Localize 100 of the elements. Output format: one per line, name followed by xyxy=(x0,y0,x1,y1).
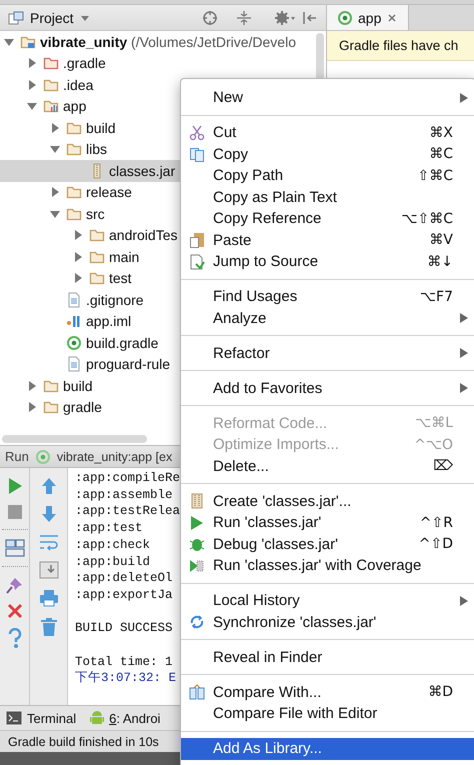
scrollbar[interactable] xyxy=(2,435,147,443)
shortcut-label: ⌦ xyxy=(433,458,453,474)
menu-item[interactable]: Copy as Plain Text xyxy=(181,186,474,208)
gradle-icon xyxy=(337,10,353,26)
menu-item[interactable]: Local History xyxy=(181,590,474,612)
menu-item[interactable]: Copy Reference ⌥⇧⌘C xyxy=(181,208,474,230)
compare-icon xyxy=(189,684,205,700)
file-icon xyxy=(66,356,82,372)
scissors-icon xyxy=(189,124,205,141)
menu-item[interactable]: Cut ⌘X xyxy=(181,122,474,144)
play-icon xyxy=(189,514,205,531)
menu-item[interactable]: Analyze xyxy=(181,308,474,329)
console-line: 下午3:07:32: E xyxy=(75,670,176,688)
stop-icon[interactable] xyxy=(6,504,22,520)
down-arrow-icon[interactable] xyxy=(40,505,56,523)
collapsed-arrow-icon[interactable] xyxy=(26,78,38,91)
shortcut-label: ⌘X xyxy=(429,124,453,141)
folder-icon xyxy=(89,270,105,286)
close-icon[interactable] xyxy=(6,603,22,619)
shortcut-label: ⌘D xyxy=(428,684,453,700)
menu-item[interactable]: Debug 'classes.jar' ^⇧D xyxy=(181,534,474,555)
run-config-tab[interactable]: vibrate_unity:app [ex xyxy=(56,450,172,464)
collapsed-arrow-icon[interactable] xyxy=(49,186,61,198)
terminal-icon xyxy=(6,711,22,725)
hide-panel-icon[interactable] xyxy=(302,10,318,26)
menu-item[interactable]: Delete... ⌦ xyxy=(181,456,474,477)
console-line: :app:deleteOl xyxy=(75,570,173,587)
collapsed-arrow-icon[interactable] xyxy=(72,229,84,242)
tree-item[interactable]: .gradle xyxy=(0,52,326,74)
collapsed-arrow-icon[interactable] xyxy=(26,57,38,70)
menu-item[interactable]: Synchronize 'classes.jar' xyxy=(181,612,474,633)
console-line: :app:check xyxy=(75,536,150,554)
sync-icon xyxy=(189,614,205,630)
file-icon xyxy=(66,292,82,308)
menu-item[interactable]: Add As Library... xyxy=(181,738,474,760)
shortcut-label: ⌘↓ xyxy=(427,254,453,270)
bug-icon xyxy=(189,536,205,552)
clipboard-icon xyxy=(189,232,205,248)
expanded-arrow-icon[interactable] xyxy=(26,100,38,112)
settings-icon[interactable] xyxy=(274,10,296,26)
expanded-arrow-icon[interactable] xyxy=(49,143,61,156)
collapse-icon[interactable] xyxy=(236,10,252,26)
copy-icon xyxy=(189,146,205,162)
menu-item[interactable]: Run 'classes.jar' with Coverage xyxy=(181,555,474,576)
menu-item[interactable]: Jump to Source ⌘↓ xyxy=(181,251,474,272)
menu-item[interactable]: Add to Favorites xyxy=(181,378,474,399)
collapsed-arrow-icon[interactable] xyxy=(72,272,84,284)
coverage-play-icon xyxy=(189,558,205,574)
menu-item[interactable]: New xyxy=(181,87,474,108)
menu-item[interactable]: Create 'classes.jar'... xyxy=(181,490,474,512)
editor-tab[interactable]: app xyxy=(327,5,410,30)
run-icon[interactable] xyxy=(6,477,22,495)
pin-icon[interactable] xyxy=(6,576,24,594)
tool-window-tab[interactable]: Terminal xyxy=(6,710,76,726)
wrap-icon[interactable] xyxy=(38,533,58,551)
archive-icon xyxy=(189,493,205,510)
menu-item[interactable]: Run 'classes.jar' ^⇧R xyxy=(181,512,474,534)
menu-item[interactable]: Reveal in Finder xyxy=(181,646,474,668)
trash-icon[interactable] xyxy=(40,617,58,637)
console-line: :app:exportJa xyxy=(75,586,173,604)
menu-item[interactable]: Compare With... ⌘D xyxy=(181,682,474,703)
help-icon[interactable] xyxy=(8,628,22,648)
android-icon xyxy=(90,710,104,726)
scroll-to-end-icon[interactable] xyxy=(38,561,58,579)
collapsed-arrow-icon[interactable] xyxy=(72,250,84,263)
folder-icon xyxy=(66,184,82,200)
tree-item[interactable]: vibrate_unity (/Volumes/JetDrive/Develo xyxy=(0,31,326,52)
notification-banner: Gradle files have ch xyxy=(327,31,474,61)
folder-icon xyxy=(89,227,105,244)
menu-item[interactable]: Compare File with Editor xyxy=(181,703,474,724)
menu-item[interactable]: Find Usages ⌥F7 xyxy=(181,286,474,308)
crosshair-icon[interactable] xyxy=(202,10,218,26)
panel-title[interactable]: Project xyxy=(30,10,74,26)
shortcut-label: ^⇧D xyxy=(418,536,453,552)
shortcut-label: ⌥F7 xyxy=(420,288,453,305)
shortcut-label: ⌥⇧⌘C xyxy=(401,210,453,227)
dropdown-caret-icon[interactable] xyxy=(80,14,90,22)
shortcut-label: ⌘C xyxy=(429,146,453,162)
collapsed-arrow-icon[interactable] xyxy=(26,380,38,392)
tool-window-tab[interactable]: 6: Androi xyxy=(90,710,160,726)
console-line: :app:test xyxy=(75,520,143,537)
panel-title: Run xyxy=(5,449,29,464)
folder-icon xyxy=(43,399,59,416)
file-arrow-icon xyxy=(189,254,205,270)
menu-item[interactable]: Paste ⌘V xyxy=(181,230,474,251)
collapsed-arrow-icon[interactable] xyxy=(49,122,61,134)
print-icon[interactable] xyxy=(38,589,58,607)
console-line: BUILD SUCCESS xyxy=(75,620,173,638)
module-file-icon xyxy=(66,313,82,330)
layout-icon[interactable] xyxy=(4,539,24,557)
console-line: :app:assemble xyxy=(75,486,173,504)
console-line: :app:build xyxy=(75,554,150,570)
shortcut-label: ⌘V xyxy=(429,232,453,248)
console-line: :app:testRelea xyxy=(75,503,180,520)
shortcut-label: ^⇧R xyxy=(420,514,453,531)
menu-item[interactable]: Refactor xyxy=(181,342,474,364)
shortcut-label: ⇧⌘C xyxy=(417,168,453,184)
close-icon[interactable] xyxy=(386,12,398,24)
up-arrow-icon[interactable] xyxy=(40,477,56,495)
collapsed-arrow-icon[interactable] xyxy=(26,401,38,414)
